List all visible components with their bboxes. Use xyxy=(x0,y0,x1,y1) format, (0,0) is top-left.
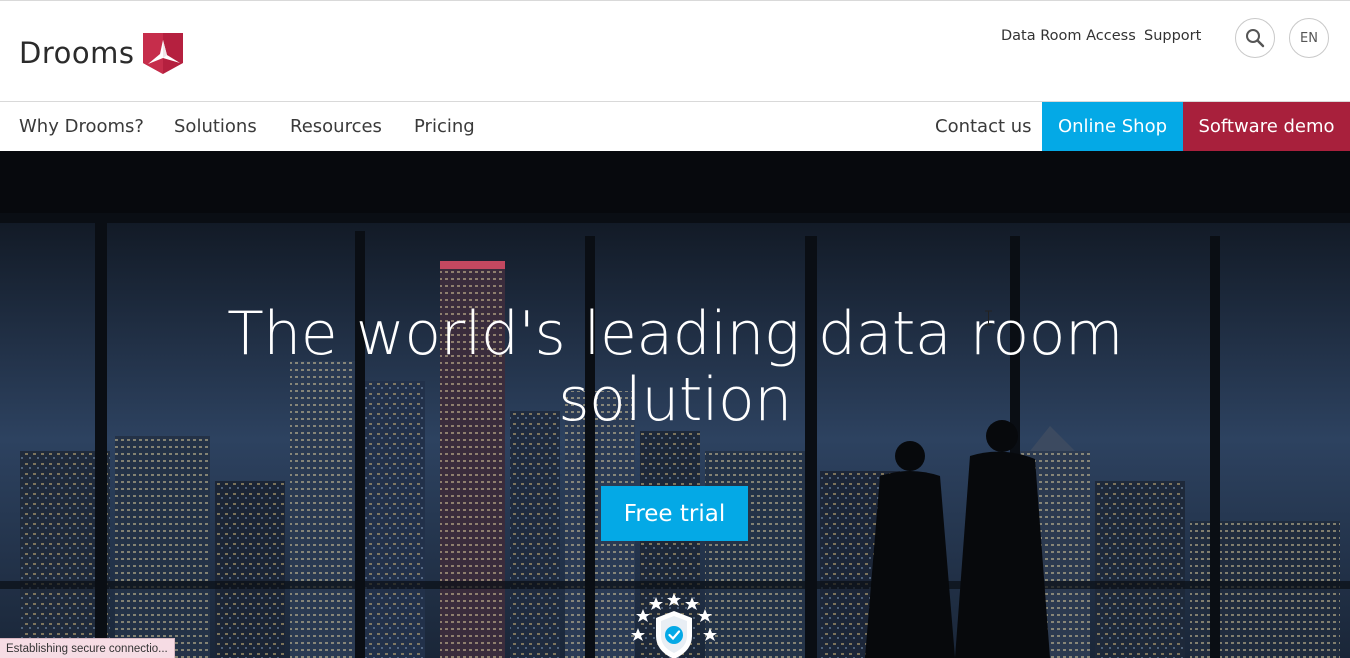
logo-text: Drooms xyxy=(19,36,135,70)
nav-item-resources[interactable]: Resources xyxy=(290,102,382,151)
hero-section: The world's leading data room solution F… xyxy=(0,151,1350,658)
browser-status-bar: Establishing secure connectio... xyxy=(0,638,175,658)
text-cursor-icon xyxy=(985,310,992,326)
hero-title-line-2: solution xyxy=(558,365,792,435)
online-shop-button[interactable]: Online Shop xyxy=(1042,102,1183,151)
nav-item-contact-us[interactable]: Contact us xyxy=(935,102,1032,151)
free-trial-button[interactable]: Free trial xyxy=(601,486,748,541)
hero-title-line-1: The world's leading data room xyxy=(227,299,1123,369)
shield-check-stars-icon xyxy=(631,593,717,658)
hero-title: The world's leading data room solution xyxy=(0,301,1350,433)
data-room-access-link[interactable]: Data Room Access xyxy=(1001,28,1136,44)
support-link[interactable]: Support xyxy=(1144,28,1201,44)
nav-item-solutions[interactable]: Solutions xyxy=(174,102,257,151)
software-demo-button[interactable]: Software demo xyxy=(1183,102,1350,151)
main-nav: Why Drooms? Solutions Resources Pricing … xyxy=(0,102,1350,151)
search-button[interactable] xyxy=(1235,18,1275,58)
nav-item-pricing[interactable]: Pricing xyxy=(414,102,475,151)
top-header: Drooms Data Room Access Support EN xyxy=(0,0,1350,102)
nav-item-why-drooms[interactable]: Why Drooms? xyxy=(19,102,144,151)
drooms-logo-icon xyxy=(143,33,184,74)
drooms-logo[interactable]: Drooms xyxy=(19,29,186,77)
search-icon xyxy=(1246,29,1265,48)
language-button[interactable]: EN xyxy=(1289,18,1329,58)
